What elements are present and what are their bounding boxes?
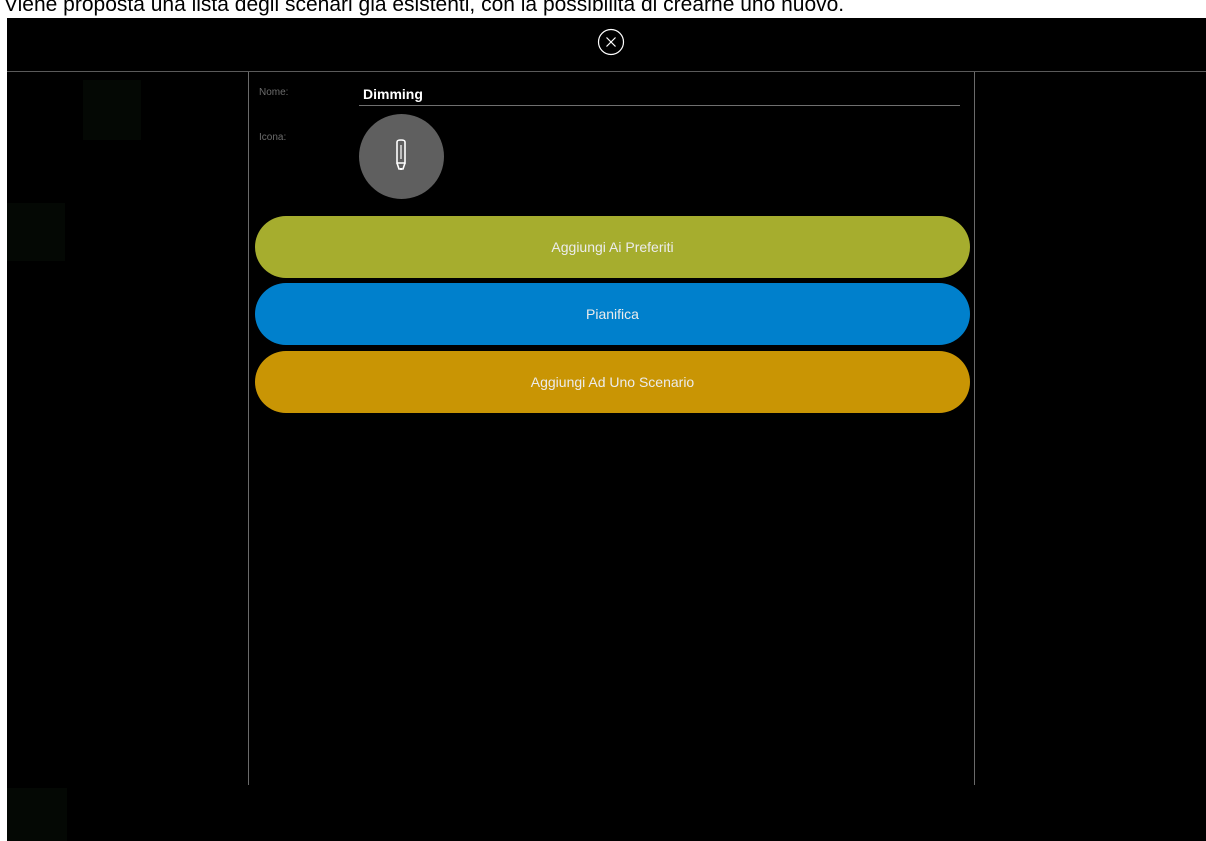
add-to-favorites-label: Aggiungi Ai Preferiti xyxy=(551,239,674,255)
background-tile xyxy=(7,203,65,261)
close-button[interactable] xyxy=(597,28,625,56)
add-to-scenario-button[interactable]: Aggiungi Ad Uno Scenario xyxy=(255,351,970,413)
icon-picker[interactable] xyxy=(359,114,444,199)
background-tile xyxy=(83,80,141,140)
bulb-icon xyxy=(396,139,406,170)
app-screen: Nome: Icona: Aggiungi Ai Preferiti Piani… xyxy=(7,18,1206,841)
name-label: Nome: xyxy=(259,87,289,98)
top-bar xyxy=(7,18,1206,72)
background-tile xyxy=(7,788,67,841)
caption-text: Viene proposta una lista degli scenari g… xyxy=(4,0,845,16)
add-to-scenario-label: Aggiungi Ad Uno Scenario xyxy=(530,374,695,390)
schedule-button[interactable]: Pianifica xyxy=(255,283,970,345)
schedule-label: Pianifica xyxy=(586,306,639,322)
close-circle-icon xyxy=(597,28,625,56)
add-to-favorites-button[interactable]: Aggiungi Ai Preferiti xyxy=(255,216,970,278)
icon-label: Icona: xyxy=(259,132,287,143)
edit-panel: Nome: Icona: Aggiungi Ai Preferiti Piani… xyxy=(248,72,975,785)
name-input[interactable] xyxy=(359,82,960,106)
